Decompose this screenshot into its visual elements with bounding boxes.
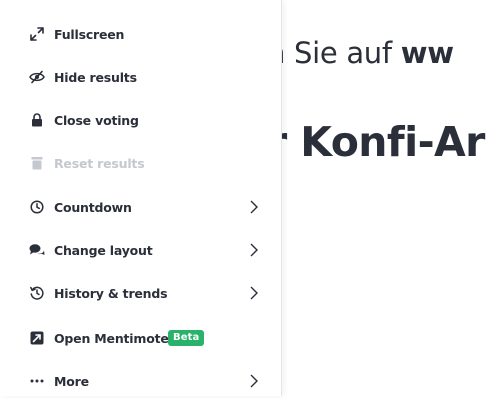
more-dots-icon — [29, 373, 45, 389]
menu-item-more[interactable]: More — [0, 363, 281, 399]
menu-item-label: Countdown — [54, 199, 132, 215]
menu-item-open-mentimote[interactable]: Open Mentimote Beta — [0, 320, 281, 356]
menu-item-label: Reset results — [54, 155, 145, 171]
eye-slash-icon — [29, 69, 45, 85]
beta-badge: Beta — [168, 330, 205, 346]
slide-instruction-prefix: n Sie auf — [267, 36, 401, 70]
expand-arrows-icon — [29, 26, 45, 42]
chevron-right-icon — [248, 242, 260, 258]
menu-item-countdown[interactable]: Countdown — [0, 189, 281, 225]
menu-item-label: Close voting — [54, 112, 139, 128]
mentimote-icon — [29, 330, 45, 346]
slide-question-title: r Konfi-Ar — [267, 118, 485, 166]
chevron-right-icon — [248, 199, 260, 215]
menu-item-fullscreen[interactable]: Fullscreen — [0, 16, 281, 52]
menu-item-label: Change layout — [54, 242, 153, 258]
menu-item-label: Hide results — [54, 69, 137, 85]
menu-item-change-layout[interactable]: Change layout — [0, 232, 281, 268]
presentation-options-menu: Fullscreen Hide results Close voting Res… — [0, 0, 282, 396]
menu-item-label: More — [54, 373, 89, 389]
lock-icon — [29, 112, 45, 128]
menu-item-hide-results[interactable]: Hide results — [0, 59, 281, 95]
menu-item-close-voting[interactable]: Close voting — [0, 102, 281, 138]
history-icon — [29, 285, 45, 301]
clock-icon — [29, 199, 45, 215]
trash-icon — [29, 155, 45, 171]
chat-bubbles-icon — [29, 242, 45, 258]
menu-item-reset-results: Reset results — [0, 145, 281, 181]
chevron-right-icon — [248, 285, 260, 301]
menu-item-history-trends[interactable]: History & trends — [0, 275, 281, 311]
menu-item-label: Open Mentimote — [54, 330, 169, 346]
chevron-right-icon — [248, 373, 260, 389]
menu-item-label: Fullscreen — [54, 26, 125, 42]
slide-instruction-url: ww — [400, 36, 454, 70]
slide-instruction-text: n Sie auf ww — [267, 36, 454, 70]
menu-item-label: History & trends — [54, 285, 168, 301]
